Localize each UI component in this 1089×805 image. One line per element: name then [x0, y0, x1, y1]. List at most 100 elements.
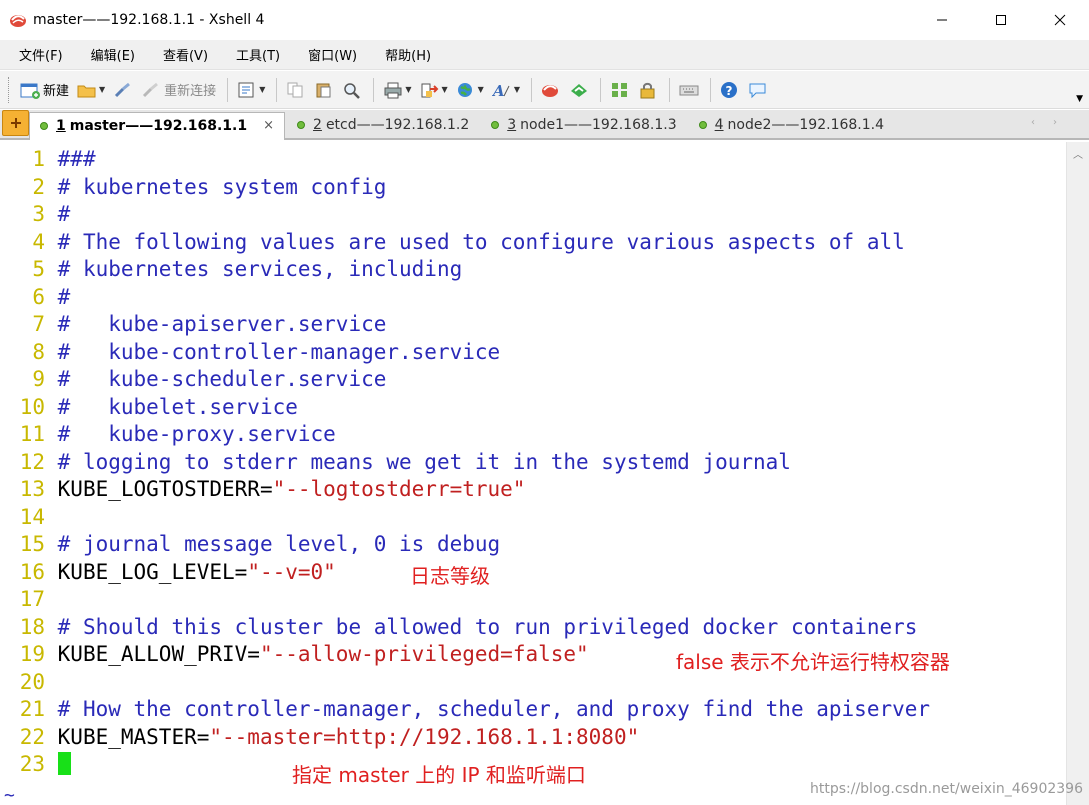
tab-master[interactable]: 1 master——192.168.1.1 ×: [29, 112, 286, 140]
properties-button[interactable]: ▼: [234, 76, 268, 104]
globe-dropdown-icon: ▼: [477, 85, 484, 94]
vertical-scrollbar[interactable]: ︿: [1066, 142, 1089, 805]
open-dropdown-icon: ▼: [99, 85, 106, 94]
tab-close-icon[interactable]: ×: [263, 118, 274, 133]
lock-button[interactable]: [635, 76, 661, 104]
watermark: https://blog.csdn.net/weixin_46902396: [809, 781, 1083, 797]
xagent-icon: [570, 83, 587, 97]
config-key: KUBE_LOG_LEVEL=: [57, 559, 248, 584]
add-icon: [10, 118, 21, 128]
xagent-button[interactable]: [566, 76, 592, 104]
globe-button[interactable]: ▼: [453, 76, 487, 104]
code-comment: # kubelet.service: [57, 394, 298, 419]
print-button[interactable]: ▼: [380, 76, 414, 104]
reconnect-button[interactable]: 重新连接: [138, 76, 219, 104]
open-folder-icon: [77, 85, 96, 97]
config-value: "--v=0": [247, 559, 336, 584]
code-comment: # journal message level, 0 is debug: [57, 532, 501, 556]
properties-dropdown-icon: ▼: [259, 85, 266, 94]
new-session-button[interactable]: 新建: [17, 76, 72, 104]
connect-button[interactable]: [110, 76, 136, 104]
reconnect-label: 重新连接: [164, 84, 217, 99]
paste-icon: [316, 83, 331, 97]
close-button[interactable]: [1030, 0, 1089, 40]
config-value: "--allow-privileged=false": [259, 642, 589, 666]
tab-scroll-arrows-icon[interactable]: ‹›: [1031, 117, 1075, 128]
find-button[interactable]: [339, 76, 365, 104]
terminal-line: 21 # How the controller-manager, schedul…: [0, 696, 930, 723]
line-number: 3: [32, 202, 45, 226]
maximize-button[interactable]: [971, 0, 1030, 40]
paste-button[interactable]: [311, 76, 337, 104]
code-comment: ###: [57, 147, 96, 171]
toolbar-overflow-icon[interactable]: ▼: [1076, 94, 1083, 104]
code-comment: # kubernetes services, including: [57, 257, 463, 281]
terminal-line: 7 # kube-apiserver.service: [0, 311, 386, 338]
print-dropdown-icon: ▼: [405, 85, 412, 94]
toolbar-grip[interactable]: [8, 76, 11, 103]
line-number: 9: [32, 367, 45, 391]
fullscreen-button[interactable]: [607, 76, 633, 104]
new-session-label: 新建: [43, 84, 70, 99]
new-tab-button[interactable]: [2, 110, 29, 136]
open-button[interactable]: ▼: [74, 76, 108, 104]
code-comment: # How the controller-manager, scheduler,…: [57, 697, 931, 721]
help-button[interactable]: ?: [717, 76, 743, 104]
transfer-button[interactable]: ▼: [417, 76, 451, 104]
code-comment: # kubernetes system config: [57, 174, 387, 199]
terminal-line: 2 # kubernetes system config: [0, 174, 386, 201]
tab-node2[interactable]: 4 node2——192.168.1.4: [689, 112, 894, 138]
terminal-line: 4 # The following values are used to con…: [0, 229, 904, 256]
line-number: 6: [32, 284, 45, 309]
terminal-line: 6 #: [0, 284, 70, 311]
line-number: 18: [19, 614, 45, 639]
menu-edit[interactable]: 编辑(E): [86, 45, 140, 64]
toolbar-separator: [530, 77, 532, 102]
menu-tools[interactable]: 工具(T): [231, 45, 285, 64]
line-number: 17: [19, 587, 45, 611]
font-button[interactable]: A ▼: [489, 76, 523, 104]
annotation-master: 指定 master 上的 IP 和监听端口: [292, 763, 586, 787]
annotation-log-level: 日志等级: [410, 564, 490, 588]
menu-file[interactable]: 文件(F): [14, 45, 68, 64]
line-number: 23: [19, 752, 45, 776]
xftp-button[interactable]: [538, 76, 564, 104]
terminal-line: 16 KUBE_LOG_LEVEL="--v=0": [0, 559, 336, 586]
menu-view[interactable]: 查看(V): [158, 45, 213, 64]
minimize-button[interactable]: [912, 0, 971, 40]
maximize-icon: [995, 15, 1006, 25]
terminal-line: 20: [0, 669, 58, 696]
code-comment: # kube-scheduler.service: [57, 367, 387, 391]
reconnect-icon: [143, 82, 159, 97]
tab-label: etcd——192.168.1.2: [325, 117, 470, 133]
terminal-line: 23: [0, 751, 71, 778]
config-key: KUBE_MASTER=: [57, 724, 210, 749]
connected-status-icon: [698, 121, 707, 129]
chat-button[interactable]: [745, 76, 771, 104]
line-number: 13: [19, 477, 45, 501]
transfer-dropdown-icon: ▼: [441, 85, 448, 94]
copy-button[interactable]: [283, 76, 309, 104]
tab-etcd[interactable]: 2 etcd——192.168.1.2: [287, 112, 479, 138]
fullscreen-icon: [611, 82, 627, 97]
tab-label: node1——192.168.1.3: [520, 117, 677, 133]
terminal-line: 19 KUBE_ALLOW_PRIV="--allow-privileged=f…: [0, 641, 589, 668]
keyboard-icon: [679, 85, 699, 95]
code-comment: # kube-proxy.service: [57, 422, 336, 446]
config-value: "--logtostderr=true": [272, 477, 526, 501]
terminal-line: 17: [0, 586, 58, 613]
tab-node1[interactable]: 3 node1——192.168.1.3: [481, 112, 686, 138]
copy-icon: [287, 82, 303, 97]
keyboard-button[interactable]: [676, 76, 702, 104]
code-comment: # kube-controller-manager.service: [57, 339, 501, 364]
line-number: 14: [19, 504, 45, 529]
toolbar-separator: [599, 77, 601, 102]
print-icon: [384, 82, 402, 98]
menu-window[interactable]: 窗口(W): [303, 45, 362, 64]
menu-help[interactable]: 帮助(H): [380, 45, 436, 64]
line-number: 8: [32, 339, 45, 364]
terminal-view[interactable]: ~ 1 ### 2 # kubernetes system config 3 #4 …: [0, 142, 1066, 805]
terminal-line: 18 # Should this cluster be allowed to r…: [0, 614, 918, 641]
terminal-line: 8 # kube-controller-manager.service: [0, 339, 500, 366]
scroll-up-icon[interactable]: ︿: [1073, 146, 1083, 161]
